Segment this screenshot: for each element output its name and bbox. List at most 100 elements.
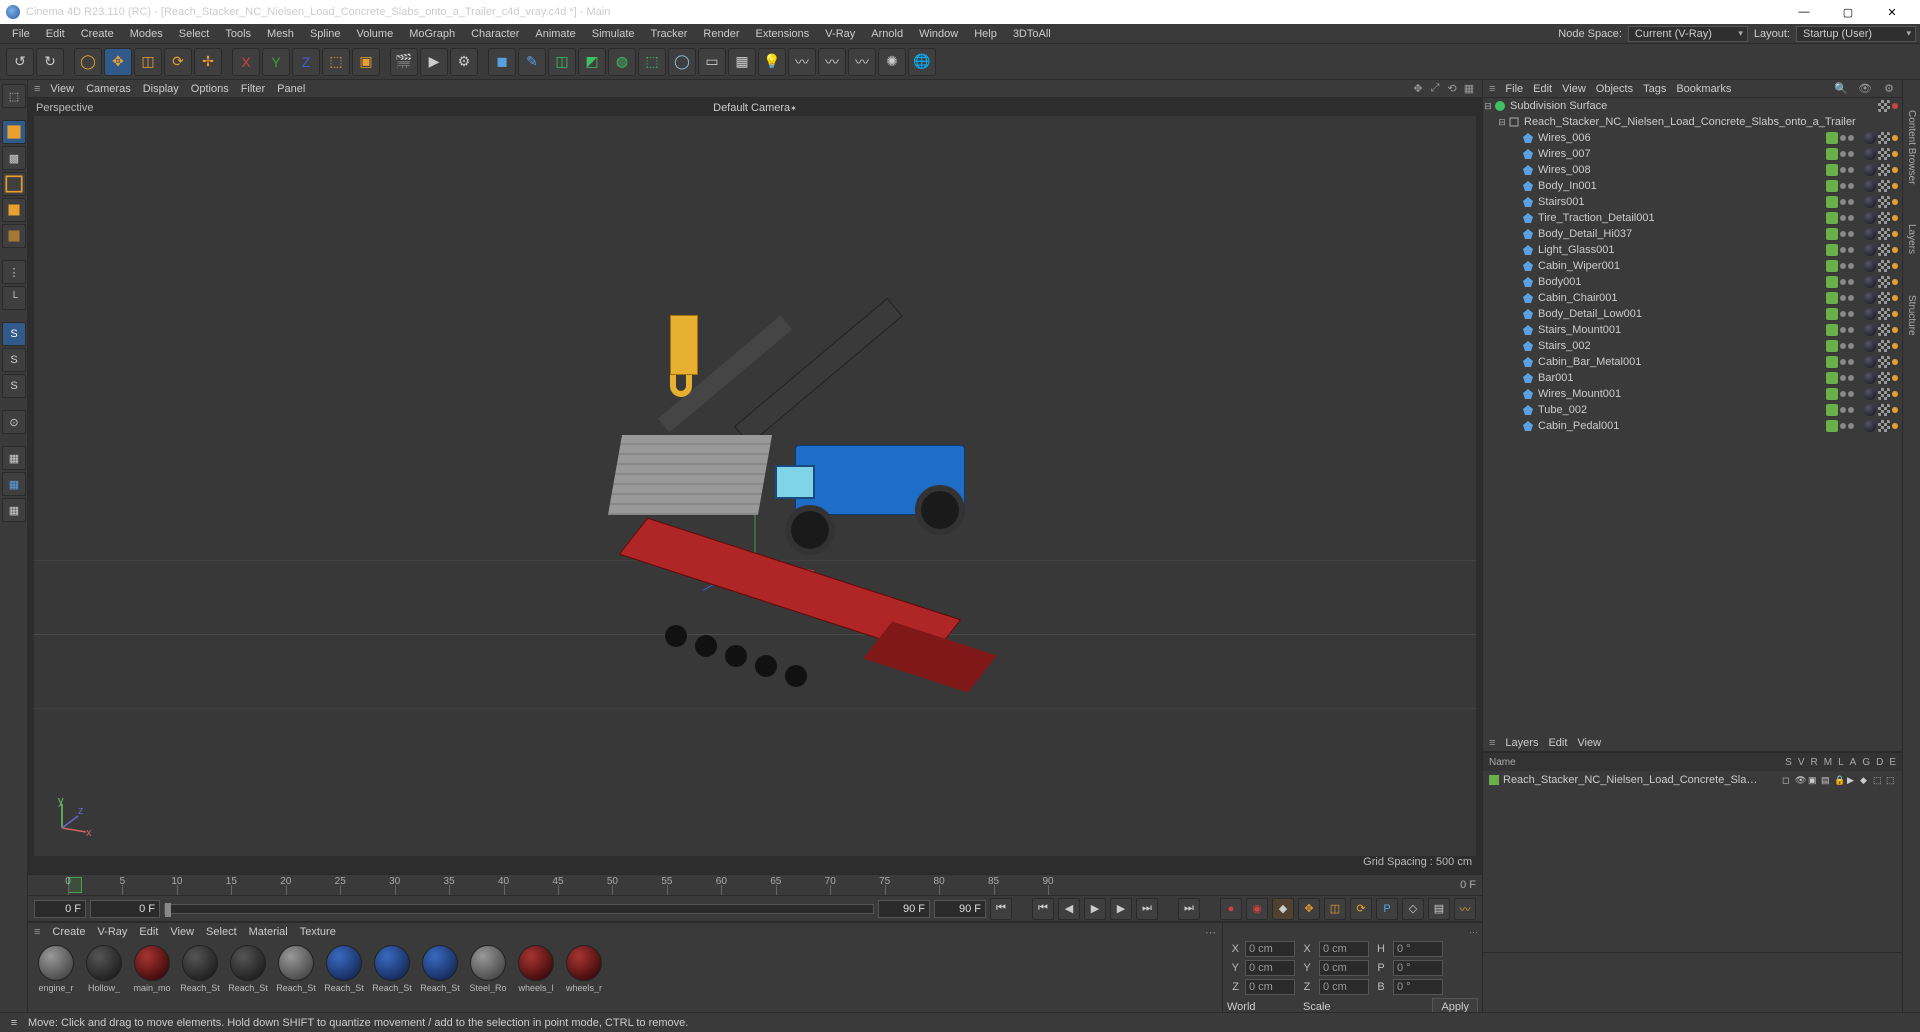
render-view-button[interactable]: 🎬 [390,48,418,76]
layer-tag-icon[interactable] [1826,356,1838,368]
vray-tag-icon[interactable] [1892,215,1898,221]
menu-arnold[interactable]: Arnold [863,26,911,42]
uvw-tag-icon[interactable] [1878,388,1890,400]
frame-slider-start[interactable]: 0 F [90,900,160,918]
vray-tag-icon[interactable] [1892,263,1898,269]
layer-tag-icon[interactable] [1826,212,1838,224]
menu-file[interactable]: File [4,26,38,42]
material-item[interactable]: wheels_r [562,945,606,1008]
key-pla-button[interactable]: ◇ [1402,898,1424,920]
tree-row[interactable]: Light_Glass001 [1483,242,1902,258]
workplane-button[interactable]: ▦ [2,446,26,470]
uvw-tag-icon[interactable] [1878,212,1890,224]
vray-tag-icon[interactable] [1892,359,1898,365]
tree-row[interactable]: Cabin_Pedal001 [1483,418,1902,434]
uvw-tag-icon[interactable] [1878,324,1890,336]
key-pos-button[interactable]: ✥ [1298,898,1320,920]
layer-flag-a[interactable]: ▶ [1847,775,1857,785]
material-item[interactable]: engine_r [34,945,78,1008]
material-item[interactable]: main_mo [130,945,174,1008]
status-menu-icon[interactable]: ≡ [6,1015,22,1031]
obj-menu-objects[interactable]: Objects [1596,83,1633,95]
close-button[interactable]: ✕ [1870,0,1914,24]
material-tag-icon[interactable] [1864,404,1876,416]
layout-dropdown[interactable]: Startup (User) [1796,26,1916,42]
material-item[interactable]: Steel_Ro [466,945,510,1008]
frame-end-input[interactable]: 90 F [934,900,986,918]
layer-flag-r[interactable]: ▣ [1808,775,1818,785]
layer-tag-icon[interactable] [1826,420,1838,432]
om-eye-icon[interactable]: 👁 [1858,82,1872,96]
uvw-tag-icon[interactable] [1878,372,1890,384]
menu-extensions[interactable]: Extensions [747,26,817,42]
tree-row[interactable]: Wires_006 [1483,130,1902,146]
coord-z-input[interactable]: 0 cm [1245,979,1295,995]
material-tag-icon[interactable] [1864,356,1876,368]
tree-row[interactable]: Cabin_Wiper001 [1483,258,1902,274]
tab-content-browser[interactable]: Content Browser [1906,110,1917,184]
material-item[interactable]: wheels_l [514,945,558,1008]
layer-flag-m[interactable]: ▤ [1821,775,1831,785]
layer-flag-e[interactable]: ⬚ [1886,775,1896,785]
layer-row[interactable]: Reach_Stacker_NC_Nielsen_Load_Concrete_S… [1483,771,1902,789]
tag-icon[interactable] [1878,100,1890,112]
layer-tag-icon[interactable] [1826,164,1838,176]
material-tag-icon[interactable] [1864,420,1876,432]
material-tag-icon[interactable] [1864,324,1876,336]
menu-v-ray[interactable]: V-Ray [817,26,863,42]
uvw-tag-icon[interactable] [1878,292,1890,304]
mat-menu-view[interactable]: View [170,926,194,938]
uvw-tag-icon[interactable] [1878,180,1890,192]
next-frame-button[interactable]: ▶ [1110,898,1132,920]
keyframe-sel-button[interactable]: ◆ [1272,898,1294,920]
vray-tag-icon[interactable] [1892,311,1898,317]
layer-menu-edit[interactable]: Edit [1548,737,1567,749]
uvw-tag-icon[interactable] [1878,260,1890,272]
coord-y-input[interactable]: 0 cm [1245,960,1295,976]
mat-menu-select[interactable]: Select [206,926,237,938]
material-tag-icon[interactable] [1864,372,1876,384]
material-tag-icon[interactable] [1864,148,1876,160]
vray-tag-icon[interactable] [1892,231,1898,237]
menu-create[interactable]: Create [73,26,122,42]
tree-row[interactable]: Body_Detail_Low001 [1483,306,1902,322]
snap-button-2[interactable]: S [2,348,26,372]
vray-tag-icon[interactable] [1892,423,1898,429]
material-item[interactable]: Reach_St [274,945,318,1008]
material-tag-icon[interactable] [1864,388,1876,400]
layer-flag-s[interactable]: ◻ [1782,775,1792,785]
vray-tag-icon[interactable] [1892,247,1898,253]
material-tag-icon[interactable] [1864,196,1876,208]
material-tag-icon[interactable] [1864,212,1876,224]
tree-row[interactable]: Wires_008 [1483,162,1902,178]
vray-tag-icon[interactable] [1892,407,1898,413]
grid-button-1[interactable]: ▦ [2,472,26,496]
layer-tag-icon[interactable] [1826,388,1838,400]
tree-row[interactable]: Tube_002 [1483,402,1902,418]
record-button[interactable]: ● [1220,898,1242,920]
magnet-button[interactable]: ⊙ [2,410,26,434]
material-tag-icon[interactable] [1864,308,1876,320]
layer-tag-icon[interactable] [1826,292,1838,304]
vp-zoom-icon[interactable]: ⤢ [1428,82,1442,96]
layer-flag-v[interactable]: 👁 [1795,775,1805,785]
material-tag-icon[interactable] [1864,260,1876,272]
material-tag-icon[interactable] [1864,340,1876,352]
vray-tag-icon[interactable] [1892,327,1898,333]
rot-b-input[interactable]: 0 ° [1393,979,1443,995]
fcurve-button[interactable]: 〰 [1454,898,1476,920]
texture-mode-button[interactable]: ▩ [2,146,26,170]
vray-tag-icon[interactable] [1892,343,1898,349]
uvw-tag-icon[interactable] [1878,404,1890,416]
vray-tag-icon[interactable] [1892,279,1898,285]
mat-menu-v-ray[interactable]: V-Ray [97,926,127,938]
key-rot-button[interactable]: ⟳ [1350,898,1372,920]
uvw-tag-icon[interactable] [1878,132,1890,144]
menu-character[interactable]: Character [463,26,527,42]
om-search-icon[interactable]: 🔍 [1834,82,1848,96]
tab-structure[interactable]: Structure [1906,295,1917,336]
tree-row[interactable]: Body_In001 [1483,178,1902,194]
add-cube-button[interactable]: ◼ [488,48,516,76]
prev-frame-button[interactable]: ◀ [1058,898,1080,920]
light-icon[interactable]: 💡 [758,48,786,76]
